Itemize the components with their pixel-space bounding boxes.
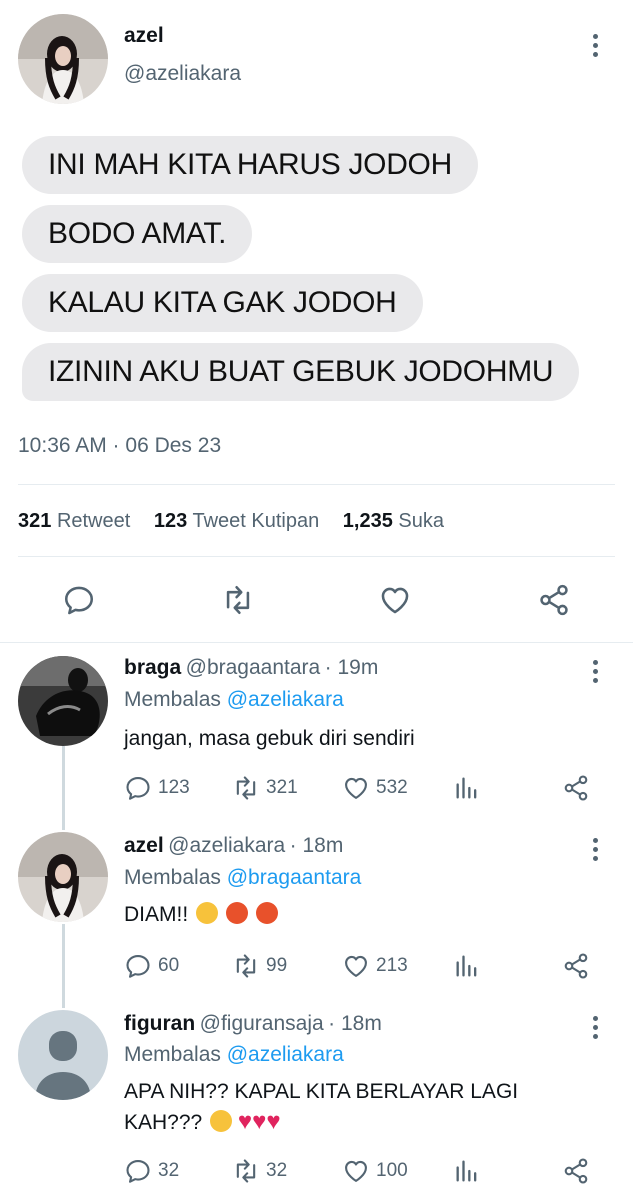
reply-author-name[interactable]: figuran — [124, 1012, 195, 1035]
thread-line — [62, 746, 65, 830]
replying-to: Membalas @bragaantara — [124, 866, 362, 889]
heart-icon — [342, 952, 370, 980]
share-icon[interactable] — [537, 583, 571, 617]
like-action[interactable]: 532 — [342, 774, 408, 802]
share-icon[interactable] — [562, 952, 590, 980]
reply-header: braga @bragaantara · 19m — [124, 656, 378, 680]
divider — [18, 484, 615, 485]
reply-icon — [124, 952, 152, 980]
more-icon[interactable] — [593, 34, 601, 61]
more-icon[interactable] — [593, 660, 601, 687]
reply-author-name[interactable]: azel — [124, 834, 164, 857]
reply-icon — [124, 1157, 152, 1185]
mention-link[interactable]: @bragaantara — [227, 866, 362, 889]
divider — [18, 556, 615, 557]
stats-row: 321 Retweet 123 Tweet Kutipan 1,235 Suka — [18, 510, 444, 533]
like-action[interactable]: 213 — [342, 952, 408, 980]
retweet-action[interactable]: 32 — [232, 1157, 287, 1185]
reply-time[interactable]: · 18m — [290, 834, 344, 857]
mention-link[interactable]: @azeliakara — [227, 1043, 344, 1066]
analytics-icon[interactable] — [453, 774, 481, 802]
reply-header: azel @azeliakara · 18m — [124, 834, 343, 858]
avatar[interactable] — [18, 1010, 108, 1100]
analytics-icon[interactable] — [453, 952, 481, 980]
author-name[interactable]: azel — [124, 24, 164, 48]
quote-stat[interactable]: 123 Tweet Kutipan — [154, 510, 319, 532]
heart-emoji-icon: ♥♥♥ — [237, 1108, 281, 1135]
thread-line — [62, 924, 65, 1008]
share-icon[interactable] — [562, 774, 590, 802]
reply-author-handle[interactable]: @azeliakara — [168, 834, 285, 857]
reply-icon[interactable] — [62, 583, 96, 617]
chat-bubble: IZININ AKU BUAT GEBUK JODOHMU — [22, 343, 580, 401]
author-handle[interactable]: @azeliakara — [124, 62, 241, 86]
chat-bubble: BODO AMAT. — [22, 205, 253, 263]
retweet-icon[interactable] — [221, 583, 255, 617]
reply-time[interactable]: · 19m — [325, 656, 379, 679]
reply-action[interactable]: 32 — [124, 1157, 179, 1185]
analytics-icon[interactable] — [453, 1157, 481, 1185]
retweet-action[interactable]: 321 — [232, 774, 298, 802]
heart-icon — [342, 774, 370, 802]
more-icon[interactable] — [593, 838, 601, 865]
angry-emoji-icon — [225, 902, 248, 924]
angry-emoji-icon — [255, 902, 278, 924]
retweet-icon — [232, 1157, 260, 1185]
retweet-stat[interactable]: 321 Retweet — [18, 510, 130, 532]
reply-text-row: KAH??? ♥♥♥ — [124, 1107, 281, 1138]
reply-text: jangan, masa gebuk diri sendiri — [124, 727, 415, 750]
chat-bubble: KALAU KITA GAK JODOH — [22, 274, 423, 332]
retweet-icon — [232, 952, 260, 980]
like-stat[interactable]: 1,235 Suka — [343, 510, 444, 532]
replying-to: Membalas @azeliakara — [124, 1043, 344, 1066]
share-icon[interactable] — [562, 1157, 590, 1185]
avatar[interactable] — [18, 832, 108, 922]
reply-header: figuran @figuransaja · 18m — [124, 1012, 382, 1036]
reply-text-row: DIAM!! — [124, 900, 278, 930]
retweet-icon — [232, 774, 260, 802]
like-action[interactable]: 100 — [342, 1157, 408, 1185]
avatar[interactable] — [18, 14, 108, 104]
avatar[interactable] — [18, 656, 108, 746]
tweet-timestamp[interactable]: 10:36 AM · 06 Des 23 — [18, 434, 221, 458]
mention-link[interactable]: @azeliakara — [227, 688, 344, 711]
heart-icon — [342, 1157, 370, 1185]
reply-text: DIAM!! — [124, 903, 189, 926]
retweet-action[interactable]: 99 — [232, 952, 287, 980]
more-icon[interactable] — [593, 1016, 601, 1043]
reply-text: KAH??? — [124, 1111, 203, 1134]
divider — [0, 642, 633, 643]
reply-author-handle[interactable]: @bragaantara — [186, 656, 321, 679]
heart-icon[interactable] — [378, 583, 412, 617]
crying-emoji-icon — [196, 902, 219, 924]
crying-emoji-icon — [210, 1110, 233, 1132]
reply-author-name[interactable]: braga — [124, 656, 181, 679]
reply-text: APA NIH?? KAPAL KITA BERLAYAR LAGI — [124, 1080, 519, 1103]
reply-author-handle[interactable]: @figuransaja — [200, 1012, 324, 1035]
reply-action[interactable]: 123 — [124, 774, 190, 802]
chat-bubble: INI MAH KITA HARUS JODOH — [22, 136, 478, 194]
reply-icon — [124, 774, 152, 802]
reply-time[interactable]: · 18m — [328, 1012, 382, 1035]
reply-action[interactable]: 60 — [124, 952, 179, 980]
replying-to: Membalas @azeliakara — [124, 688, 344, 711]
